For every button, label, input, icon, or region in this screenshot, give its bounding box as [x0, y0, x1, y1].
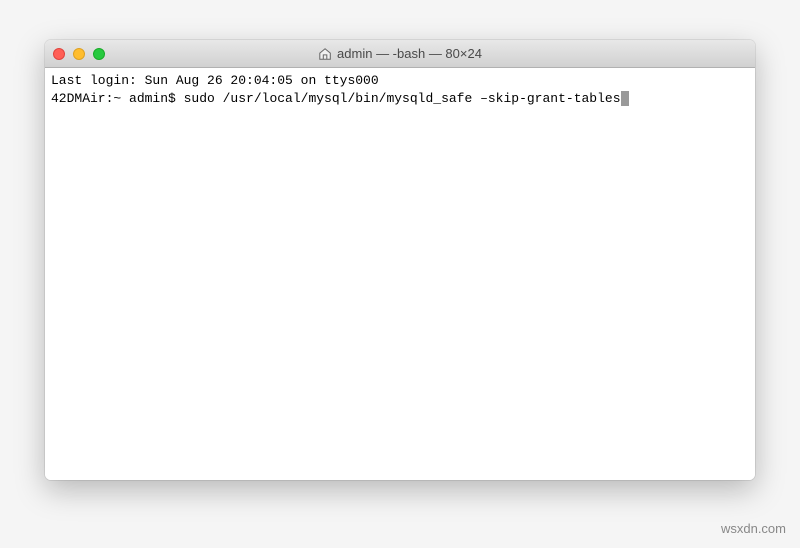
window-title-text: admin — -bash — 80×24	[337, 46, 482, 61]
window-title: admin — -bash — 80×24	[318, 46, 482, 61]
terminal-body[interactable]: Last login: Sun Aug 26 20:04:05 on ttys0…	[45, 68, 755, 480]
maximize-button[interactable]	[93, 48, 105, 60]
close-button[interactable]	[53, 48, 65, 60]
traffic-lights	[53, 48, 105, 60]
watermark: wsxdn.com	[721, 521, 786, 536]
title-bar[interactable]: admin — -bash — 80×24	[45, 40, 755, 68]
cursor	[621, 91, 629, 106]
terminal-window: admin — -bash — 80×24 Last login: Sun Au…	[45, 40, 755, 480]
command-line: 42DMAir:~ admin$ sudo /usr/local/mysql/b…	[51, 90, 749, 108]
home-icon	[318, 47, 332, 61]
prompt-text: 42DMAir:~ admin$	[51, 91, 184, 106]
command-text: sudo /usr/local/mysql/bin/mysqld_safe –s…	[184, 91, 621, 106]
last-login-line: Last login: Sun Aug 26 20:04:05 on ttys0…	[51, 72, 749, 90]
minimize-button[interactable]	[73, 48, 85, 60]
